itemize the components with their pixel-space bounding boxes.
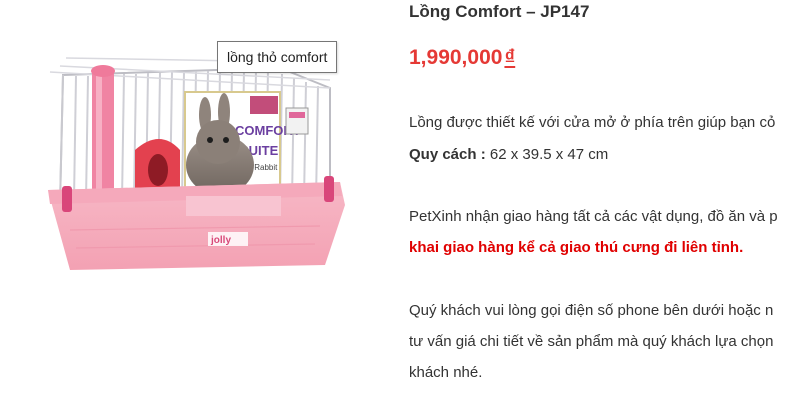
delivery-highlight: khai giao hàng kể cả giao thú cưng đi li… bbox=[409, 239, 744, 256]
svg-text:jolly: jolly bbox=[210, 235, 231, 246]
spec-value: 62 x 39.5 x 47 cm bbox=[485, 146, 609, 163]
spec-line: Quy cách : 62 x 39.5 x 47 cm bbox=[409, 146, 608, 163]
contact-line-3: khách nhé. bbox=[409, 364, 483, 381]
description-line: Lồng được thiết kế với cửa mở ở phía trê… bbox=[409, 114, 776, 131]
product-title: Lồng Comfort – JP147 bbox=[409, 2, 590, 21]
price-value: 1,990,000 bbox=[409, 46, 503, 69]
contact-line: Quý khách vui lòng gọi điện số phone bên… bbox=[409, 302, 774, 319]
image-tooltip: lồng thỏ comfort bbox=[217, 41, 338, 73]
delivery-line: PetXinh nhận giao hàng tất cả các vật dụ… bbox=[409, 208, 778, 225]
spec-label: Quy cách : bbox=[409, 146, 486, 163]
currency-symbol: ₫ bbox=[504, 46, 516, 69]
product-price: 1,990,000₫ bbox=[409, 46, 515, 70]
contact-line-2: tư vấn giá chi tiết về sản phẩm mà quý k… bbox=[409, 333, 774, 350]
